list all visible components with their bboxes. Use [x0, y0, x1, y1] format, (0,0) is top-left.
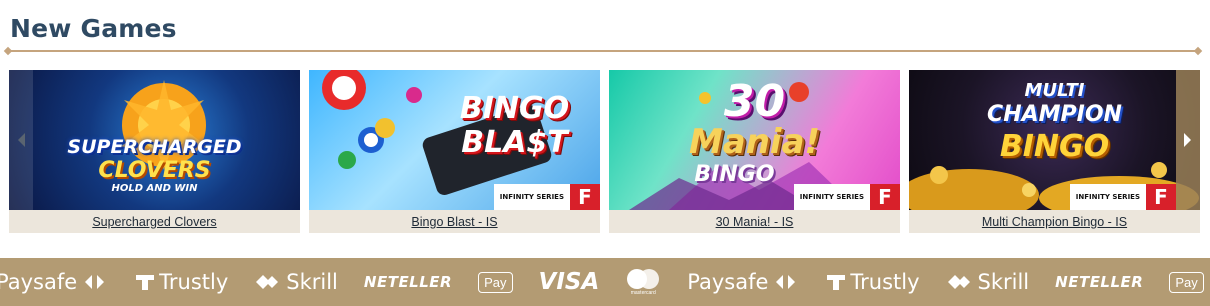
section-title: New Games	[10, 14, 177, 43]
provider-logo: F	[1146, 184, 1176, 210]
game-title-link[interactable]: Bingo Blast - IS	[411, 215, 497, 229]
payment-logos-track: Paysafe Trustly Skrill NETELLER Pay VISA…	[0, 258, 1210, 306]
game-title-link[interactable]: Supercharged Clovers	[92, 215, 216, 229]
trustly-mark-icon	[827, 275, 846, 290]
carousel-prev-button[interactable]	[9, 70, 33, 210]
skrill-logo: Skrill	[254, 270, 338, 294]
mastercard-label: mastercard	[630, 290, 656, 296]
apple-pay-logo-repeat: Pay	[1169, 271, 1204, 293]
trustly-label: Trustly	[850, 270, 920, 294]
neteller-logo: NETELLER	[364, 273, 452, 291]
game-art-title-1: BINGO	[459, 91, 570, 126]
paysafe-arrows-icon	[776, 275, 796, 289]
neteller-label: NETELLER	[363, 273, 453, 291]
game-art-title-1: MULTI	[1024, 80, 1085, 101]
trustly-label: Trustly	[159, 270, 229, 294]
game-caption: Bingo Blast - IS	[309, 210, 600, 233]
infinity-series-label: INFINITY SERIES	[793, 184, 870, 210]
game-art-title-1: 30	[723, 76, 786, 127]
game-caption: 30 Mania! - IS	[609, 210, 900, 233]
game-art-title-2: CHAMPION	[987, 102, 1122, 127]
visa-label: VISA	[538, 269, 600, 295]
new-games-carousel: SUPERCHARGED CLOVERS HOLD AND WIN Superc…	[9, 70, 1200, 233]
infinity-series-label: INFINITY SERIES	[1069, 184, 1146, 210]
skrill-label: Skrill	[286, 270, 338, 294]
game-title-link[interactable]: 30 Mania! - IS	[716, 215, 794, 229]
carousel-next-button[interactable]	[1176, 70, 1200, 210]
chevron-right-icon	[1184, 133, 1191, 147]
paysafe-arrows-icon	[85, 275, 105, 289]
provider-logo: F	[570, 184, 600, 210]
divider-right-dot	[1193, 46, 1203, 56]
game-card-30-mania[interactable]: 30 Mania! BINGO INFINITY SERIES F 30 Man…	[609, 70, 900, 233]
game-thumbnail[interactable]: SUPERCHARGED CLOVERS HOLD AND WIN	[9, 70, 300, 210]
trustly-mark-icon	[136, 275, 155, 290]
provider-logo: F	[870, 184, 900, 210]
paysafe-label: Paysafe	[687, 270, 769, 294]
game-art-title-2: Mania!	[688, 122, 821, 162]
skrill-arrows-icon	[256, 275, 279, 289]
neteller-label: NETELLER	[1055, 273, 1144, 291]
game-art-title-2: CLOVERS	[98, 158, 211, 183]
game-thumbnail[interactable]: MULTI CHAMPION BINGO INFINITY SERIES F	[909, 70, 1200, 210]
skrill-logo-repeat: Skrill	[946, 270, 1030, 294]
paysafe-logo-repeat: Paysafe	[687, 270, 800, 294]
game-title-link[interactable]: Multi Champion Bingo - IS	[982, 215, 1127, 229]
infinity-series-label: INFINITY SERIES	[493, 184, 570, 210]
game-art-subtitle: BINGO	[999, 129, 1110, 164]
game-caption: Supercharged Clovers	[9, 210, 300, 233]
game-art-title-2: BLA$T	[461, 125, 568, 160]
game-thumbnail[interactable]: BINGO BLA$T INFINITY SERIES F	[309, 70, 600, 210]
game-caption: Multi Champion Bingo - IS	[909, 210, 1200, 233]
game-art-title-1: SUPERCHARGED	[67, 136, 242, 158]
mastercard-logo: mastercard	[625, 268, 661, 296]
paysafe-label: Paysafe	[0, 270, 78, 294]
game-card-bingo-blast[interactable]: BINGO BLA$T INFINITY SERIES F Bingo Blas…	[309, 70, 600, 233]
game-card-supercharged-clovers[interactable]: SUPERCHARGED CLOVERS HOLD AND WIN Superc…	[9, 70, 300, 233]
section-divider	[8, 50, 1198, 52]
provider-badge: INFINITY SERIES F	[493, 184, 600, 210]
game-art-subtitle: BINGO	[694, 162, 775, 187]
game-card-multi-champion-bingo[interactable]: MULTI CHAMPION BINGO INFINITY SERIES F M…	[909, 70, 1200, 233]
chevron-left-icon	[18, 133, 25, 147]
apple-pay-label: Pay	[478, 271, 513, 293]
skrill-label: Skrill	[977, 270, 1030, 294]
skrill-arrows-icon	[947, 275, 970, 289]
provider-badge: INFINITY SERIES F	[1069, 184, 1176, 210]
apple-pay-logo: Pay	[478, 271, 513, 293]
trustly-logo: Trustly	[135, 270, 228, 294]
apple-pay-label: Pay	[1169, 271, 1204, 293]
trustly-logo-repeat: Trustly	[826, 270, 920, 294]
game-thumbnail[interactable]: 30 Mania! BINGO INFINITY SERIES F	[609, 70, 900, 210]
mastercard-circles-icon	[627, 269, 660, 289]
game-art-subtitle: HOLD AND WIN	[111, 183, 198, 194]
payment-methods-band: Paysafe Trustly Skrill NETELLER Pay VISA…	[0, 258, 1210, 306]
neteller-logo-repeat: NETELLER	[1055, 273, 1143, 291]
paysafe-logo: Paysafe	[0, 270, 109, 294]
provider-badge: INFINITY SERIES F	[793, 184, 900, 210]
visa-logo: VISA	[539, 269, 600, 295]
